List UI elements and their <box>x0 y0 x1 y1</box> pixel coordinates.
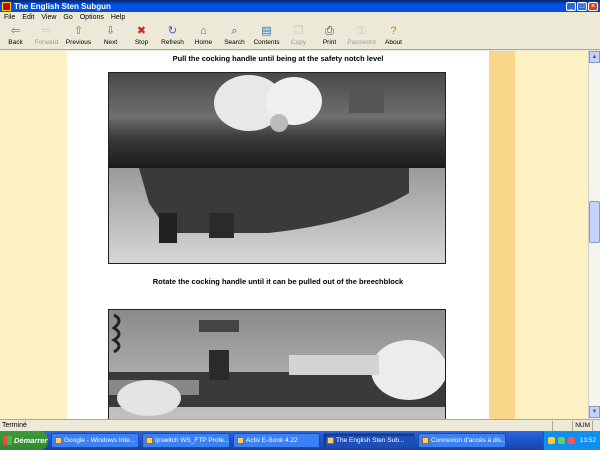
taskbar-task-2[interactable]: Activ E-Book 4.22 <box>233 433 320 448</box>
windows-logo-icon <box>3 436 12 445</box>
left-margin <box>0 51 67 419</box>
content-viewport: Pull the cocking handle until being at t… <box>0 51 588 419</box>
status-num: NUM <box>572 420 592 431</box>
task-label: The English Sten Sub... <box>336 437 405 444</box>
task-app-icon <box>55 437 62 444</box>
toolbar-label: Contents <box>253 39 280 46</box>
task-app-icon <box>146 437 153 444</box>
search-icon: ⌕ <box>231 25 238 37</box>
toolbar-home-button[interactable]: ⌂ Home <box>188 23 219 49</box>
toolbar-label: Previous <box>65 39 92 46</box>
toolbar: ⇦ Back ⇨ Forward ⇧ Previous ⇩ Next ✖ Stop ↻ Refresh… <box>0 23 600 50</box>
stop-icon: ✖ <box>136 25 147 37</box>
sten-photo-2-graphic <box>109 310 445 419</box>
toolbar-copy-button: ❐ Copy <box>283 23 314 49</box>
about-icon: ? <box>390 25 397 37</box>
task-label: Connexion d'accès à dis... <box>431 437 506 444</box>
taskbar-task-4[interactable]: Connexion d'accès à dis... <box>418 433 506 448</box>
close-button[interactable]: × <box>588 1 598 11</box>
caption-cocking-handle-rotate: Rotate the cocking handle until it can b… <box>152 277 404 286</box>
menu-help[interactable]: Help <box>109 14 130 21</box>
contents-icon: ▤ <box>261 25 272 37</box>
home-icon: ⌂ <box>200 25 207 37</box>
menu-file[interactable]: File <box>2 14 20 21</box>
window-title: The English Sten Subgun <box>14 1 111 11</box>
toolbar-previous-button[interactable]: ⇧ Previous <box>62 23 95 49</box>
task-app-icon <box>237 437 244 444</box>
toolbar-label: Password <box>347 39 376 46</box>
menu-bar: File Edit View Go Options Help <box>0 12 600 23</box>
toolbar-label: Forward <box>34 39 59 46</box>
task-label: Google - Windows Inte... <box>64 437 136 444</box>
copy-icon: ❐ <box>293 25 304 37</box>
task-list: Google - Windows Inte... Ipswitch WS_FTP … <box>48 433 506 448</box>
photo-sten-cocking-handle <box>108 72 446 264</box>
task-label: Activ E-Book 4.22 <box>246 437 298 444</box>
scroll-down-button[interactable]: ▼ <box>589 406 600 418</box>
right-decorative-strip <box>489 51 515 419</box>
title-bar: The English Sten Subgun _ □ × <box>0 0 600 12</box>
toolbar-label: Search <box>224 39 245 46</box>
print-icon: ⎙ <box>325 25 334 37</box>
start-button[interactable]: Démarrer <box>0 431 48 450</box>
minimize-button[interactable]: _ <box>566 1 576 11</box>
taskbar-task-1[interactable]: Ipswitch WS_FTP Profe... <box>142 433 230 448</box>
toolbar-print-button[interactable]: ⎙ Print <box>314 23 345 49</box>
vertical-scrollbar[interactable]: ▲ ▼ <box>588 51 600 419</box>
menu-view[interactable]: View <box>39 14 61 21</box>
toolbar-label: Copy <box>290 39 307 46</box>
toolbar-password-button: ⚿ Password <box>345 23 378 49</box>
app-icon <box>2 1 11 11</box>
document-page: Pull the cocking handle until being at t… <box>67 51 489 419</box>
task-app-icon <box>327 437 334 444</box>
caption-cocking-handle-pull: Pull the cocking handle until being at t… <box>172 54 384 63</box>
toolbar-label: About <box>385 39 402 46</box>
status-text: Terminé <box>2 422 27 429</box>
toolbar-label: Home <box>194 39 213 46</box>
toolbar-back-button[interactable]: ⇦ Back <box>0 23 31 49</box>
taskbar: Démarrer Google - Windows Inte... Ipswitc… <box>0 431 600 450</box>
start-label: Démarrer <box>14 436 48 445</box>
toolbar-label: Next <box>103 39 118 46</box>
task-label: Ipswitch WS_FTP Profe... <box>155 437 230 444</box>
toolbar-label: Stop <box>134 39 149 46</box>
refresh-icon: ↻ <box>167 25 178 37</box>
toolbar-label: Refresh <box>161 39 184 46</box>
tray-network-icon[interactable] <box>547 437 555 444</box>
toolbar-contents-button[interactable]: ▤ Contents <box>250 23 283 49</box>
toolbar-stop-button[interactable]: ✖ Stop <box>126 23 157 49</box>
taskbar-task-0[interactable]: Google - Windows Inte... <box>51 433 139 448</box>
status-grip <box>592 420 600 431</box>
toolbar-search-button[interactable]: ⌕ Search <box>219 23 250 49</box>
menu-edit[interactable]: Edit <box>20 14 39 21</box>
status-bar: Terminé NUM <box>0 419 600 431</box>
system-tray: 13:52 <box>542 431 600 450</box>
toolbar-about-button[interactable]: ? About <box>378 23 409 49</box>
taskbar-task-3[interactable]: The English Sten Sub... <box>323 433 415 448</box>
status-cell-empty <box>552 420 572 431</box>
arrow-down-icon: ⇩ <box>105 25 116 37</box>
arrow-up-icon: ⇧ <box>73 25 84 37</box>
toolbar-next-button[interactable]: ⇩ Next <box>95 23 126 49</box>
tray-app-icon[interactable] <box>557 437 565 444</box>
maximize-button[interactable]: □ <box>577 1 587 11</box>
scroll-thumb[interactable] <box>589 201 600 243</box>
toolbar-label: Print <box>322 39 337 46</box>
clock: 13:52 <box>579 437 596 444</box>
task-app-icon <box>422 437 429 444</box>
photo-sten-breechblock <box>108 309 446 419</box>
scroll-up-button[interactable]: ▲ <box>589 51 600 63</box>
arrow-right-icon: ⇨ <box>41 25 52 37</box>
toolbar-label: Back <box>8 39 23 46</box>
toolbar-refresh-button[interactable]: ↻ Refresh <box>157 23 188 49</box>
key-icon: ⚿ <box>357 25 366 37</box>
menu-go[interactable]: Go <box>61 14 77 21</box>
toolbar-forward-button: ⇨ Forward <box>31 23 62 49</box>
sten-photo-1-graphic <box>109 73 445 263</box>
menu-options[interactable]: Options <box>78 14 109 21</box>
tray-antivirus-icon[interactable] <box>567 437 575 444</box>
arrow-left-icon: ⇦ <box>10 25 21 37</box>
